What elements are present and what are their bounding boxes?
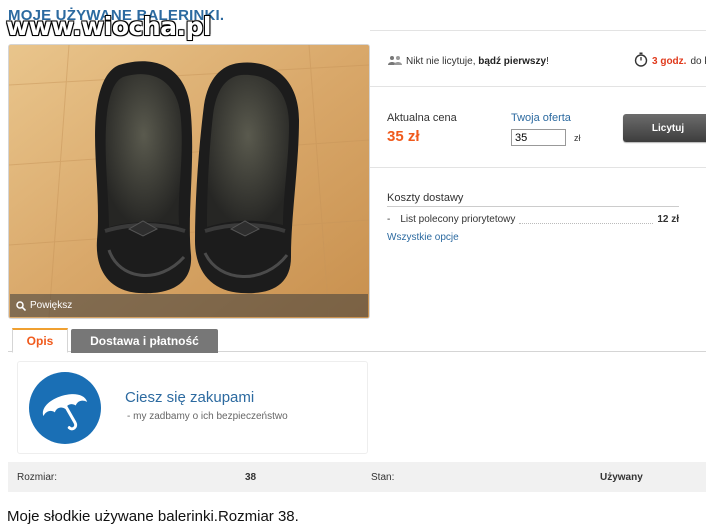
zoom-bar[interactable]: Powiększ [10,294,368,317]
leader-dots [519,215,654,224]
shoes-image [9,45,369,318]
divider [387,206,679,207]
time-left-suffix: do k [690,55,706,67]
promo-box [17,361,368,454]
current-price: 35 zł [387,128,420,145]
stopwatch-icon [634,52,648,70]
item-description: Moje słodkie używane balerinki.Rozmiar 3… [7,508,299,525]
watermark: www.wiocha.pl [6,12,211,41]
umbrella-icon [28,371,102,450]
bid-button[interactable]: Licytuj [623,114,706,142]
promo-subtitle: - my zadbamy o ich bezpieczeństwo [127,411,288,422]
your-offer-label: Twoja oferta [511,112,571,124]
bid-status-text: Nikt nie licytuje, bądź pierwszy! [406,56,549,67]
divider [370,167,706,168]
promo-title: Ciesz się zakupami [125,389,255,406]
shipping-title: Koszty dostawy [387,192,464,204]
attributes-row: Rozmiar: 38 Stan: Używany [8,462,706,492]
shipping-option-price: 12 zł [657,214,679,225]
time-left-value: 3 godz. [652,55,687,67]
bid-status: Nikt nie licytuje, bądź pierwszy! [388,55,549,68]
tab-delivery-payment[interactable]: Dostawa i płatność [71,329,218,353]
condition-label: Stan: [371,472,395,483]
zoom-label: Powiększ [30,300,73,311]
time-left: 3 godz. do k [634,52,706,70]
condition-value: Używany [600,472,643,483]
all-shipping-options-link[interactable]: Wszystkie opcje [387,232,459,243]
magnifier-icon [16,300,26,311]
bullet: - [387,214,391,225]
offer-currency: zł [574,133,581,143]
shipping-option-name: List polecony priorytetowy [400,214,516,225]
divider [370,86,706,87]
current-price-label: Aktualna cena [387,112,457,124]
tab-opis[interactable]: Opis [12,328,68,353]
offer-input[interactable] [511,129,566,146]
size-value: 38 [245,472,257,483]
shipping-option: - List polecony priorytetowy 12 zł [387,214,679,225]
product-photo[interactable]: Powiększ [8,44,370,319]
size-label: Rozmiar: [17,472,58,483]
divider [370,30,706,31]
people-icon [388,55,402,68]
